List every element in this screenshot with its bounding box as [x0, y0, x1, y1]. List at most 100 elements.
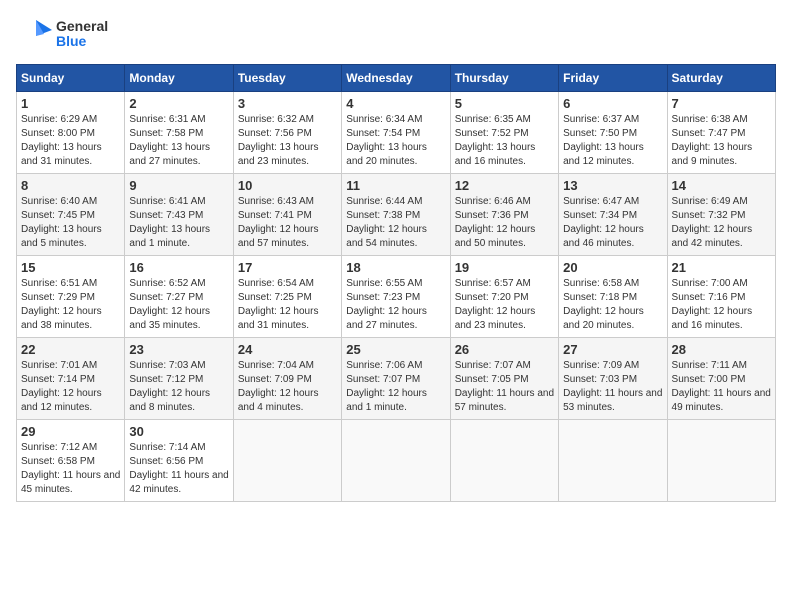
calendar-cell: 25 Sunrise: 7:06 AM Sunset: 7:07 PM Dayli…	[342, 338, 450, 420]
calendar-cell	[342, 420, 450, 502]
calendar-cell: 5 Sunrise: 6:35 AM Sunset: 7:52 PM Daylig…	[450, 92, 558, 174]
day-info: Sunrise: 6:49 AM Sunset: 7:32 PM Dayligh…	[672, 195, 771, 251]
day-info: Sunrise: 6:47 AM Sunset: 7:34 PM Dayligh…	[563, 195, 662, 251]
weekday-header-tuesday: Tuesday	[233, 65, 341, 92]
day-info: Sunrise: 7:03 AM Sunset: 7:12 PM Dayligh…	[129, 359, 228, 415]
weekday-header-monday: Monday	[125, 65, 233, 92]
day-number: 3	[238, 96, 337, 111]
calendar-cell: 22 Sunrise: 7:01 AM Sunset: 7:14 PM Dayli…	[17, 338, 125, 420]
calendar-week-row: 8Sunrise: 6:40 AM Sunset: 7:45 PM Daylig…	[17, 174, 776, 256]
logo-text: GeneralBlue	[56, 19, 108, 50]
day-info: Sunrise: 6:41 AM Sunset: 7:43 PM Dayligh…	[129, 195, 228, 251]
calendar-cell: 4 Sunrise: 6:34 AM Sunset: 7:54 PM Daylig…	[342, 92, 450, 174]
calendar-cell: 24Sunrise: 7:04 AM Sunset: 7:09 PM Dayli…	[233, 338, 341, 420]
calendar-cell: 7Sunrise: 6:38 AM Sunset: 7:47 PM Daylig…	[667, 92, 775, 174]
day-number: 14	[672, 178, 771, 193]
calendar-cell: 2 Sunrise: 6:31 AM Sunset: 7:58 PM Daylig…	[125, 92, 233, 174]
day-info: Sunrise: 6:29 AM Sunset: 8:00 PM Dayligh…	[21, 113, 120, 169]
day-number: 10	[238, 178, 337, 193]
calendar-cell: 23 Sunrise: 7:03 AM Sunset: 7:12 PM Dayli…	[125, 338, 233, 420]
day-number: 18	[346, 260, 445, 275]
weekday-header-thursday: Thursday	[450, 65, 558, 92]
day-info: Sunrise: 6:44 AM Sunset: 7:38 PM Dayligh…	[346, 195, 445, 251]
page-header: GeneralBlue	[16, 16, 776, 52]
day-info: Sunrise: 7:07 AM Sunset: 7:05 PM Dayligh…	[455, 359, 554, 415]
day-number: 5	[455, 96, 554, 111]
calendar-cell: 16 Sunrise: 6:52 AM Sunset: 7:27 PM Dayli…	[125, 256, 233, 338]
calendar-cell: 11 Sunrise: 6:44 AM Sunset: 7:38 PM Dayli…	[342, 174, 450, 256]
day-info: Sunrise: 7:00 AM Sunset: 7:16 PM Dayligh…	[672, 277, 771, 333]
calendar-cell: 13 Sunrise: 6:47 AM Sunset: 7:34 PM Dayli…	[559, 174, 667, 256]
day-number: 17	[238, 260, 337, 275]
calendar-cell: 9 Sunrise: 6:41 AM Sunset: 7:43 PM Daylig…	[125, 174, 233, 256]
day-number: 29	[21, 424, 120, 439]
day-info: Sunrise: 7:01 AM Sunset: 7:14 PM Dayligh…	[21, 359, 120, 415]
calendar-cell: 6 Sunrise: 6:37 AM Sunset: 7:50 PM Daylig…	[559, 92, 667, 174]
day-info: Sunrise: 6:37 AM Sunset: 7:50 PM Dayligh…	[563, 113, 662, 169]
calendar-cell	[450, 420, 558, 502]
day-number: 1	[21, 96, 120, 111]
day-info: Sunrise: 6:55 AM Sunset: 7:23 PM Dayligh…	[346, 277, 445, 333]
day-number: 13	[563, 178, 662, 193]
weekday-header-sunday: Sunday	[17, 65, 125, 92]
calendar-cell: 20 Sunrise: 6:58 AM Sunset: 7:18 PM Dayli…	[559, 256, 667, 338]
day-number: 11	[346, 178, 445, 193]
day-info: Sunrise: 7:12 AM Sunset: 6:58 PM Dayligh…	[21, 441, 120, 497]
day-info: Sunrise: 6:32 AM Sunset: 7:56 PM Dayligh…	[238, 113, 337, 169]
calendar-cell	[667, 420, 775, 502]
day-info: Sunrise: 6:54 AM Sunset: 7:25 PM Dayligh…	[238, 277, 337, 333]
day-info: Sunrise: 6:34 AM Sunset: 7:54 PM Dayligh…	[346, 113, 445, 169]
day-number: 2	[129, 96, 228, 111]
calendar-cell: 27Sunrise: 7:09 AM Sunset: 7:03 PM Dayli…	[559, 338, 667, 420]
day-info: Sunrise: 6:52 AM Sunset: 7:27 PM Dayligh…	[129, 277, 228, 333]
day-info: Sunrise: 6:40 AM Sunset: 7:45 PM Dayligh…	[21, 195, 120, 251]
day-info: Sunrise: 6:35 AM Sunset: 7:52 PM Dayligh…	[455, 113, 554, 169]
day-info: Sunrise: 6:51 AM Sunset: 7:29 PM Dayligh…	[21, 277, 120, 333]
day-number: 15	[21, 260, 120, 275]
day-number: 30	[129, 424, 228, 439]
day-info: Sunrise: 7:04 AM Sunset: 7:09 PM Dayligh…	[238, 359, 337, 415]
calendar-cell: 8Sunrise: 6:40 AM Sunset: 7:45 PM Daylig…	[17, 174, 125, 256]
calendar-week-row: 1 Sunrise: 6:29 AM Sunset: 8:00 PM Daylig…	[17, 92, 776, 174]
calendar-cell: 14 Sunrise: 6:49 AM Sunset: 7:32 PM Dayli…	[667, 174, 775, 256]
calendar-cell	[233, 420, 341, 502]
day-info: Sunrise: 7:11 AM Sunset: 7:00 PM Dayligh…	[672, 359, 771, 415]
day-info: Sunrise: 7:09 AM Sunset: 7:03 PM Dayligh…	[563, 359, 662, 415]
day-number: 23	[129, 342, 228, 357]
logo: GeneralBlue	[16, 16, 108, 52]
weekday-header-friday: Friday	[559, 65, 667, 92]
day-info: Sunrise: 6:31 AM Sunset: 7:58 PM Dayligh…	[129, 113, 228, 169]
day-number: 22	[21, 342, 120, 357]
day-number: 9	[129, 178, 228, 193]
day-number: 25	[346, 342, 445, 357]
calendar-cell: 3 Sunrise: 6:32 AM Sunset: 7:56 PM Daylig…	[233, 92, 341, 174]
calendar-cell: 17 Sunrise: 6:54 AM Sunset: 7:25 PM Dayli…	[233, 256, 341, 338]
day-number: 26	[455, 342, 554, 357]
calendar-cell: 15 Sunrise: 6:51 AM Sunset: 7:29 PM Dayli…	[17, 256, 125, 338]
day-number: 20	[563, 260, 662, 275]
day-info: Sunrise: 7:14 AM Sunset: 6:56 PM Dayligh…	[129, 441, 228, 497]
calendar-cell: 18 Sunrise: 6:55 AM Sunset: 7:23 PM Dayli…	[342, 256, 450, 338]
calendar-cell: 1 Sunrise: 6:29 AM Sunset: 8:00 PM Daylig…	[17, 92, 125, 174]
day-number: 4	[346, 96, 445, 111]
day-info: Sunrise: 7:06 AM Sunset: 7:07 PM Dayligh…	[346, 359, 445, 415]
calendar-header-row: SundayMondayTuesdayWednesdayThursdayFrid…	[17, 65, 776, 92]
calendar-cell: 29 Sunrise: 7:12 AM Sunset: 6:58 PM Dayli…	[17, 420, 125, 502]
calendar-cell: 28Sunrise: 7:11 AM Sunset: 7:00 PM Dayli…	[667, 338, 775, 420]
weekday-header-wednesday: Wednesday	[342, 65, 450, 92]
day-number: 21	[672, 260, 771, 275]
calendar-week-row: 15 Sunrise: 6:51 AM Sunset: 7:29 PM Dayli…	[17, 256, 776, 338]
day-info: Sunrise: 6:38 AM Sunset: 7:47 PM Dayligh…	[672, 113, 771, 169]
calendar-cell: 10 Sunrise: 6:43 AM Sunset: 7:41 PM Dayli…	[233, 174, 341, 256]
calendar-week-row: 22 Sunrise: 7:01 AM Sunset: 7:14 PM Dayli…	[17, 338, 776, 420]
calendar-cell: 19Sunrise: 6:57 AM Sunset: 7:20 PM Dayli…	[450, 256, 558, 338]
day-info: Sunrise: 6:58 AM Sunset: 7:18 PM Dayligh…	[563, 277, 662, 333]
calendar-cell: 12Sunrise: 6:46 AM Sunset: 7:36 PM Dayli…	[450, 174, 558, 256]
logo-bird-icon	[16, 16, 52, 52]
calendar-week-row: 29 Sunrise: 7:12 AM Sunset: 6:58 PM Dayli…	[17, 420, 776, 502]
day-info: Sunrise: 6:43 AM Sunset: 7:41 PM Dayligh…	[238, 195, 337, 251]
day-info: Sunrise: 6:46 AM Sunset: 7:36 PM Dayligh…	[455, 195, 554, 251]
day-number: 16	[129, 260, 228, 275]
calendar-cell	[559, 420, 667, 502]
day-number: 6	[563, 96, 662, 111]
